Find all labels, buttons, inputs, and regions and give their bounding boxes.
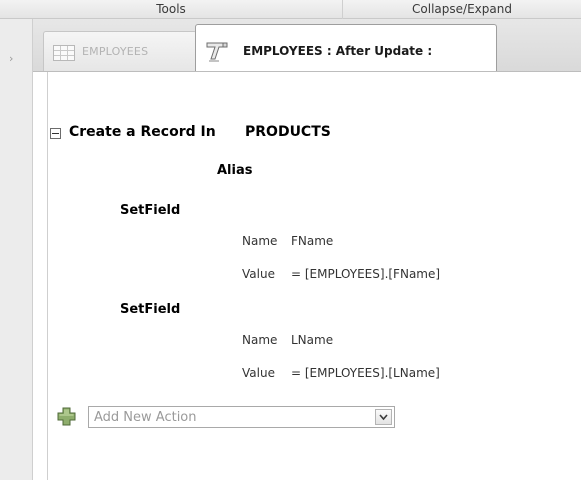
create-record-block-label[interactable]: Create a Record In xyxy=(69,124,216,140)
data-macro-icon xyxy=(206,42,228,62)
canvas-left-border xyxy=(47,72,48,480)
alias-label[interactable]: Alias xyxy=(217,163,252,178)
add-new-action-combobox[interactable]: Add New Action xyxy=(88,406,395,428)
expand-nav-chevron-icon[interactable]: › xyxy=(9,53,13,65)
create-record-target-table[interactable]: PRODUCTS xyxy=(245,124,331,140)
setfield-value-label: Value xyxy=(242,267,275,281)
collapse-block-icon[interactable] xyxy=(50,128,61,139)
tab-employees-table[interactable]: EMPLOYEES xyxy=(43,31,197,72)
setfield-value-expression[interactable]: = [EMPLOYEES].[FName] xyxy=(291,267,440,281)
ribbon-group-collapse-expand-label: Collapse/Expand xyxy=(412,2,512,16)
setfield-name-label: Name xyxy=(242,333,278,347)
setfield-name-label: Name xyxy=(242,234,278,248)
ribbon-group-labels: Tools Collapse/Expand xyxy=(0,0,581,19)
document-tab-bar: EMPLOYEES EMPLOYEES : After Update : xyxy=(33,19,581,73)
add-plus-icon[interactable] xyxy=(57,407,76,426)
chevron-down-icon xyxy=(379,414,388,421)
tab-employees-after-update-macro[interactable]: EMPLOYEES : After Update : xyxy=(195,24,497,73)
tab-label: EMPLOYEES xyxy=(82,45,149,58)
setfield-value-expression[interactable]: = [EMPLOYEES].[LName] xyxy=(291,366,440,380)
navigation-pane-collapsed[interactable]: › xyxy=(0,19,33,480)
dropdown-button[interactable] xyxy=(375,409,392,425)
setfield-action[interactable]: SetField xyxy=(120,203,180,218)
ribbon-group-tools-label: Tools xyxy=(156,2,186,16)
setfield-value-label: Value xyxy=(242,366,275,380)
tab-label: EMPLOYEES : After Update : xyxy=(243,44,433,58)
table-icon xyxy=(53,45,75,61)
add-new-action-placeholder: Add New Action xyxy=(94,410,197,425)
setfield-name-value[interactable]: FName xyxy=(291,234,333,248)
setfield-name-value[interactable]: LName xyxy=(291,333,333,347)
setfield-action[interactable]: SetField xyxy=(120,302,180,317)
